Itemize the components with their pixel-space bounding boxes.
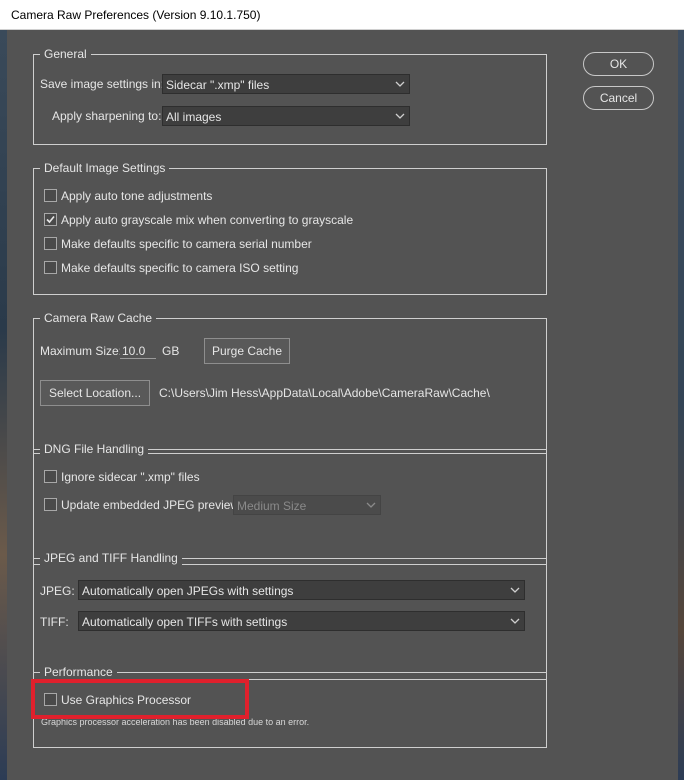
auto-grayscale-checkbox[interactable] — [44, 213, 57, 226]
cache-path: C:\Users\Jim Hess\AppData\Local\Adobe\Ca… — [159, 386, 490, 400]
preview-size-select[interactable]: Medium Size — [233, 495, 381, 515]
window-title: Camera Raw Preferences (Version 9.10.1.7… — [11, 8, 261, 22]
select-location-button[interactable]: Select Location... — [40, 380, 150, 406]
chevron-down-icon — [366, 502, 376, 508]
preview-size-value: Medium Size — [237, 499, 307, 513]
purge-cache-button[interactable]: Purge Cache — [204, 338, 290, 364]
chevron-down-icon — [395, 81, 405, 87]
chevron-down-icon — [510, 618, 520, 624]
title-bar: Camera Raw Preferences (Version 9.10.1.7… — [0, 0, 684, 30]
jpeg-tiff-group: JPEG and TIFF Handling JPEG: Automatical… — [33, 551, 547, 680]
size-unit-label: GB — [162, 344, 180, 358]
auto-tone-checkbox[interactable] — [44, 189, 57, 202]
cache-group: Camera Raw Cache Maximum Size: 10.0 GB P… — [33, 311, 547, 454]
dng-legend: DNG File Handling — [40, 442, 149, 456]
general-legend: General — [40, 47, 91, 61]
max-size-input[interactable]: 10.0 — [120, 341, 156, 359]
default-image-legend: Default Image Settings — [40, 161, 170, 175]
ignore-sidecar-checkbox[interactable] — [44, 470, 57, 483]
auto-tone-label: Apply auto tone adjustments — [61, 189, 213, 203]
iso-defaults-checkbox[interactable] — [44, 261, 57, 274]
chevron-down-icon — [395, 113, 405, 119]
auto-grayscale-label: Apply auto grayscale mix when converting… — [61, 213, 354, 227]
checkmark-icon — [46, 215, 55, 224]
background-strip-right — [678, 30, 684, 780]
tiff-handling-select[interactable]: Automatically open TIFFs with settings — [78, 611, 525, 631]
update-previews-label: Update embedded JPEG previews: — [61, 498, 249, 512]
jpeg-tiff-legend: JPEG and TIFF Handling — [40, 551, 182, 565]
sharpening-value: All images — [166, 110, 222, 124]
serial-defaults-label: Make defaults specific to camera serial … — [61, 237, 312, 251]
serial-defaults-checkbox[interactable] — [44, 237, 57, 250]
background-strip-left — [0, 30, 7, 780]
jpeg-label: JPEG: — [40, 584, 75, 598]
dng-group: DNG File Handling Ignore sidecar ".xmp" … — [33, 442, 547, 565]
preferences-dialog: General Save image settings in: Sidecar … — [7, 30, 678, 780]
tiff-label: TIFF: — [40, 615, 69, 629]
jpeg-handling-value: Automatically open JPEGs with settings — [82, 584, 294, 598]
performance-legend: Performance — [40, 665, 117, 679]
ignore-sidecar-label: Ignore sidecar ".xmp" files — [61, 470, 200, 484]
sharpening-label: Apply sharpening to: — [52, 109, 162, 123]
cache-legend: Camera Raw Cache — [40, 311, 157, 325]
general-group: General Save image settings in: Sidecar … — [33, 47, 547, 145]
cancel-button[interactable]: Cancel — [583, 86, 654, 110]
default-image-group: Default Image Settings Apply auto tone a… — [33, 161, 547, 295]
tiff-handling-value: Automatically open TIFFs with settings — [82, 615, 288, 629]
save-settings-select[interactable]: Sidecar ".xmp" files — [162, 74, 410, 94]
save-settings-value: Sidecar ".xmp" files — [166, 78, 270, 92]
update-previews-checkbox[interactable] — [44, 498, 57, 511]
max-size-value: 10.0 — [122, 344, 146, 358]
jpeg-handling-select[interactable]: Automatically open JPEGs with settings — [78, 580, 525, 600]
ok-button[interactable]: OK — [583, 52, 654, 76]
chevron-down-icon — [510, 587, 520, 593]
max-size-label: Maximum Size: — [40, 344, 123, 358]
iso-defaults-label: Make defaults specific to camera ISO set… — [61, 261, 299, 275]
gpu-highlight-box — [31, 679, 249, 719]
sharpening-select[interactable]: All images — [162, 106, 410, 126]
save-settings-label: Save image settings in: — [40, 77, 165, 91]
